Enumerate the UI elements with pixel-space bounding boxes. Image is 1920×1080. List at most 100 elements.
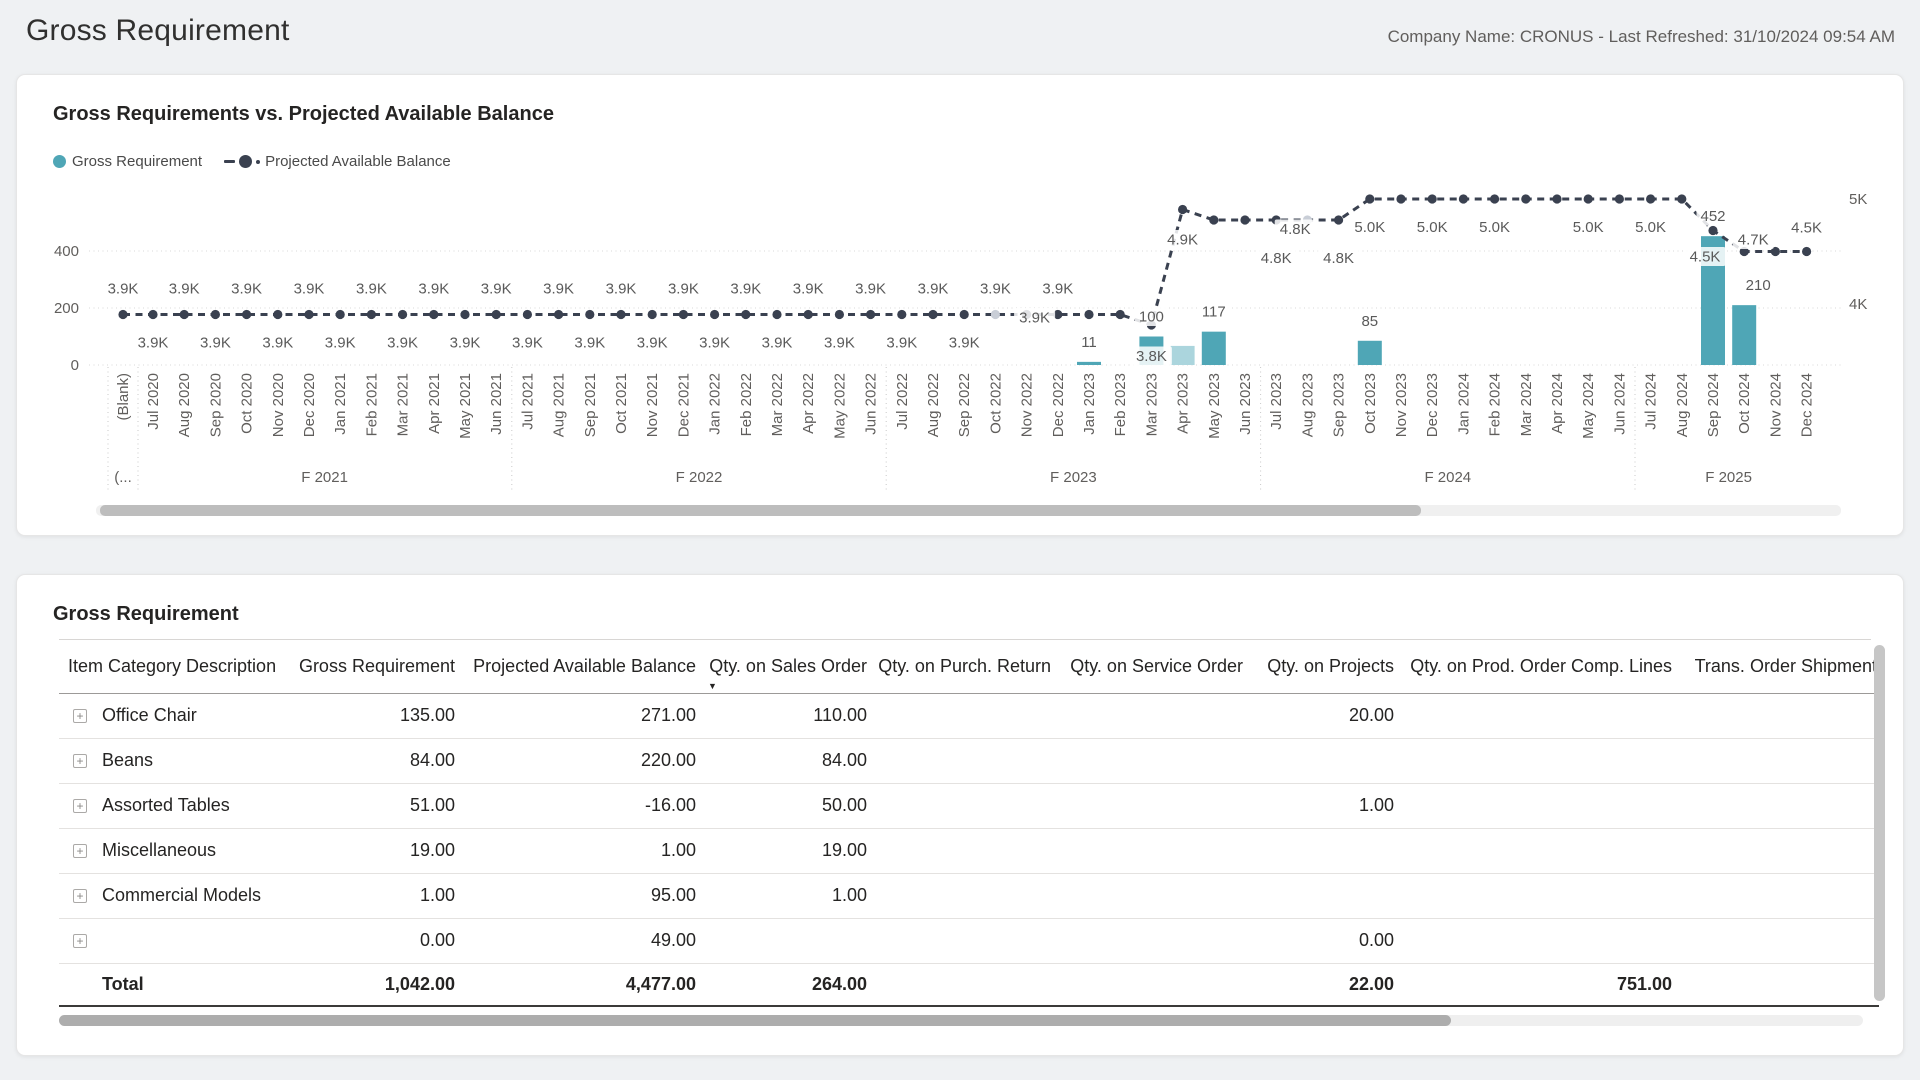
expand-icon[interactable]: + [73,799,87,813]
line-point-Sep 2024[interactable] [1708,226,1717,235]
svg-text:100: 100 [1139,309,1164,326]
table-row[interactable]: +Assorted Tables51.00-16.0050.001.00 [59,783,1879,828]
line-point-Aug 2021[interactable] [554,310,563,319]
line-point-Jul 2022[interactable] [897,310,906,319]
table-row[interactable]: +Commercial Models1.0095.001.00 [59,873,1879,918]
line-point-Jan 2023[interactable] [1084,310,1093,319]
line-point-Jun 2021[interactable] [492,310,501,319]
line-point-Sep 2021[interactable] [585,310,594,319]
line-point-Jul 2020[interactable] [148,310,157,319]
table-row[interactable]: +Office Chair135.00271.00110.0020.00 [59,693,1879,738]
line-point-Sep 2022[interactable] [960,310,969,319]
table-vscroll-thumb[interactable] [1874,645,1885,1001]
line-point-Jul 2024[interactable] [1646,194,1655,203]
svg-text:Nov 2024: Nov 2024 [1767,373,1784,437]
line-point-Feb 2022[interactable] [741,310,750,319]
svg-text:May 2022: May 2022 [831,373,848,439]
svg-text:3.9K: 3.9K [730,281,761,298]
svg-text:Apr 2024: Apr 2024 [1549,373,1566,434]
line-point-Oct 2021[interactable] [616,310,625,319]
table-hscroll-thumb[interactable] [59,1015,1451,1026]
line-point-Mar 2022[interactable] [772,310,781,319]
line-point-(Blank)[interactable] [118,310,127,319]
line-point-Jun 2024[interactable] [1615,194,1624,203]
line-point-Mar 2021[interactable] [398,310,407,319]
line-point-Dec 2024[interactable] [1802,247,1811,256]
bar-Oct 2023[interactable] [1358,341,1382,365]
line-point-Dec 2021[interactable] [679,310,688,319]
bar-May 2023[interactable] [1202,332,1226,365]
line-point-May 2024[interactable] [1584,194,1593,203]
svg-text:4.5K: 4.5K [1690,249,1721,266]
svg-text:Dec 2023: Dec 2023 [1424,373,1441,437]
line-point-Jan 2021[interactable] [336,310,345,319]
svg-text:5.0K: 5.0K [1573,219,1604,236]
line-point-Jun 2022[interactable] [866,310,875,319]
line-point-Jun 2023[interactable] [1240,215,1249,224]
svg-text:3.9K: 3.9K [169,281,200,298]
item-category-label: Office Chair [102,705,197,726]
chart-hscroll-thumb[interactable] [100,505,1421,516]
bar-Apr 2023[interactable] [1171,346,1195,365]
column-header-8[interactable]: Trans. Order Shipment [1674,640,1879,693]
line-point-Oct 2022[interactable] [991,310,1000,319]
table-row[interactable]: +Beans84.00220.0084.00 [59,738,1879,783]
line-point-Oct 2023[interactable] [1365,194,1374,203]
svg-text:Dec 2024: Dec 2024 [1799,373,1816,437]
line-point-Sep 2020[interactable] [211,310,220,319]
column-header-0[interactable]: Item Category Description [59,640,282,693]
line-point-Feb 2023[interactable] [1116,310,1125,319]
line-point-May 2022[interactable] [835,310,844,319]
line-point-Jan 2024[interactable] [1459,194,1468,203]
column-header-6[interactable]: Qty. on Projects [1245,640,1396,693]
category-cell: +Miscellaneous [59,828,282,873]
line-point-Apr 2021[interactable] [429,310,438,319]
column-header-1[interactable]: Gross Requirement [282,640,457,693]
column-header-label: Qty. on Sales Order [709,656,867,676]
line-point-May 2023[interactable] [1209,215,1218,224]
line-point-Apr 2024[interactable] [1552,194,1561,203]
value-cell [1674,918,1879,963]
bar-Oct 2024[interactable] [1732,305,1756,365]
line-point-Sep 2023[interactable] [1334,215,1343,224]
expand-icon[interactable]: + [73,889,87,903]
table-footer: Total1,042.004,477.00264.0022.00751.00 [59,963,1879,1006]
line-point-Aug 2020[interactable] [180,310,189,319]
line-point-Feb 2024[interactable] [1490,194,1499,203]
chart-card: Gross Requirements vs. Projected Availab… [16,74,1904,536]
line-point-Oct 2020[interactable] [242,310,251,319]
bar-Jan 2023[interactable] [1077,362,1101,365]
line-point-Dec 2023[interactable] [1428,194,1437,203]
line-point-Nov 2020[interactable] [273,310,282,319]
line-point-Apr 2023[interactable] [1178,205,1187,214]
svg-text:Jul 2024: Jul 2024 [1643,373,1660,430]
line-point-Jul 2021[interactable] [523,310,532,319]
column-header-2[interactable]: Projected Available Balance [457,640,698,693]
line-point-Nov 2023[interactable] [1396,194,1405,203]
expand-icon[interactable]: + [73,754,87,768]
column-header-5[interactable]: Qty. on Service Order [1053,640,1245,693]
total-value-cell: 22.00 [1245,963,1396,1006]
line-point-Aug 2024[interactable] [1677,194,1686,203]
line-point-Apr 2022[interactable] [804,310,813,319]
expand-icon[interactable]: + [73,844,87,858]
line-point-Jan 2022[interactable] [710,310,719,319]
line-point-May 2021[interactable] [460,310,469,319]
svg-text:Mar 2023: Mar 2023 [1143,373,1160,436]
column-header-4[interactable]: Qty. on Purch. Return [869,640,1053,693]
value-cell: 19.00 [698,828,869,873]
combo-chart-canvas[interactable]: 02004005K4K(...F 2021F 2022F 2023F 2024F… [17,75,1905,537]
column-header-3[interactable]: Qty. on Sales Order▼ [698,640,869,693]
table-row[interactable]: +0.0049.000.00 [59,918,1879,963]
table-row[interactable]: +Miscellaneous19.001.0019.00 [59,828,1879,873]
line-point-Nov 2021[interactable] [648,310,657,319]
expand-icon[interactable]: + [73,709,87,723]
svg-text:Nov 2021: Nov 2021 [644,373,661,437]
column-header-7[interactable]: Qty. on Prod. Order Comp. Lines [1396,640,1674,693]
line-point-Mar 2024[interactable] [1521,194,1530,203]
expand-icon[interactable]: + [73,934,87,948]
table-hscroll-track[interactable] [59,1015,1863,1026]
line-point-Dec 2020[interactable] [304,310,313,319]
line-point-Feb 2021[interactable] [367,310,376,319]
line-point-Aug 2022[interactable] [928,310,937,319]
